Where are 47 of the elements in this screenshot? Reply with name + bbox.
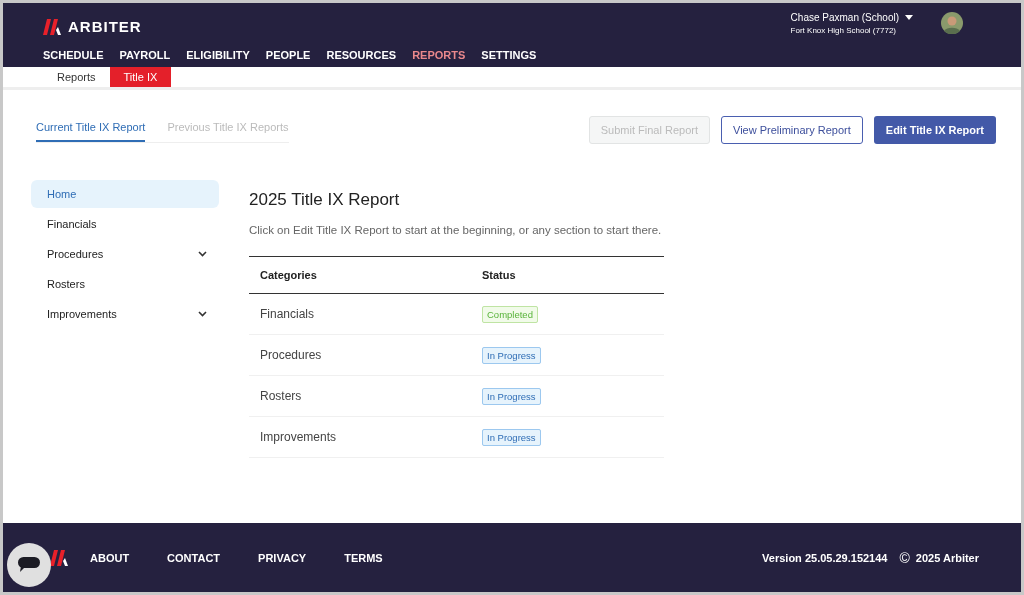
sidebar-item[interactable]: Procedures	[31, 240, 219, 268]
footer-link[interactable]: TERMS	[344, 551, 383, 564]
caret-icon	[905, 15, 913, 20]
nav-link[interactable]: ELIGIBILITY	[186, 49, 250, 61]
sub-tab[interactable]: Title IX	[109, 67, 172, 87]
sidebar-item[interactable]: Rosters	[31, 270, 219, 298]
category-cell: Procedures	[249, 334, 471, 376]
status-badge: Completed	[482, 306, 538, 323]
nav-link[interactable]: PAYROLL	[119, 49, 171, 61]
footer-link[interactable]: ABOUT	[90, 551, 130, 564]
sub-tab[interactable]: Reports	[43, 67, 110, 87]
nav-link[interactable]: PEOPLE	[265, 49, 311, 61]
sidebar-item[interactable]: Improvements	[31, 300, 219, 328]
chat-button[interactable]	[7, 543, 51, 587]
version-text: Version 25.05.29.152144	[762, 551, 888, 564]
sidebar-item[interactable]: Home	[31, 180, 219, 208]
column-header: Categories	[249, 256, 471, 294]
chevron-icon	[198, 251, 207, 257]
nav-link[interactable]: SETTINGS	[481, 49, 537, 61]
copyright-text: 2025 Arbiter	[915, 551, 979, 564]
status-badge: In Progress	[482, 388, 541, 405]
category-cell: Rosters	[249, 375, 471, 417]
avatar-icon[interactable]	[941, 12, 963, 34]
logo-icon	[43, 18, 63, 35]
nav-link[interactable]: SCHEDULE	[43, 49, 104, 61]
status-badge: In Progress	[482, 429, 541, 446]
action-button[interactable]: Edit Title IX Report	[873, 116, 996, 144]
brand-name: ARBITER	[68, 18, 142, 35]
action-button[interactable]: View Preliminary Report	[721, 116, 863, 144]
user-menu[interactable]: Chase Paxman (School)	[790, 12, 913, 23]
chevron-icon	[198, 311, 207, 317]
sidebar-item[interactable]: Financials	[31, 210, 219, 238]
school-name: Fort Knox High School (7772)	[790, 26, 897, 35]
nav-link[interactable]: RESOURCES	[326, 49, 397, 61]
report-tab[interactable]: Current Title IX Report	[36, 121, 146, 142]
report-intro: Click on Edit Title IX Report to start at the beginning, or any section to start there.	[249, 224, 663, 236]
logo-icon	[50, 549, 70, 566]
column-header: Status	[471, 256, 664, 294]
status-badge: In Progress	[482, 347, 541, 364]
category-cell: Financials	[249, 293, 471, 335]
nav-link[interactable]: REPORTS	[412, 49, 466, 61]
copyright-icon: ©	[899, 549, 910, 566]
footer-link[interactable]: CONTACT	[167, 551, 221, 564]
category-cell: Improvements	[249, 416, 471, 458]
chat-icon	[18, 557, 40, 573]
report-title: 2025 Title IX Report	[249, 190, 401, 210]
footer-link[interactable]: PRIVACY	[258, 551, 307, 564]
